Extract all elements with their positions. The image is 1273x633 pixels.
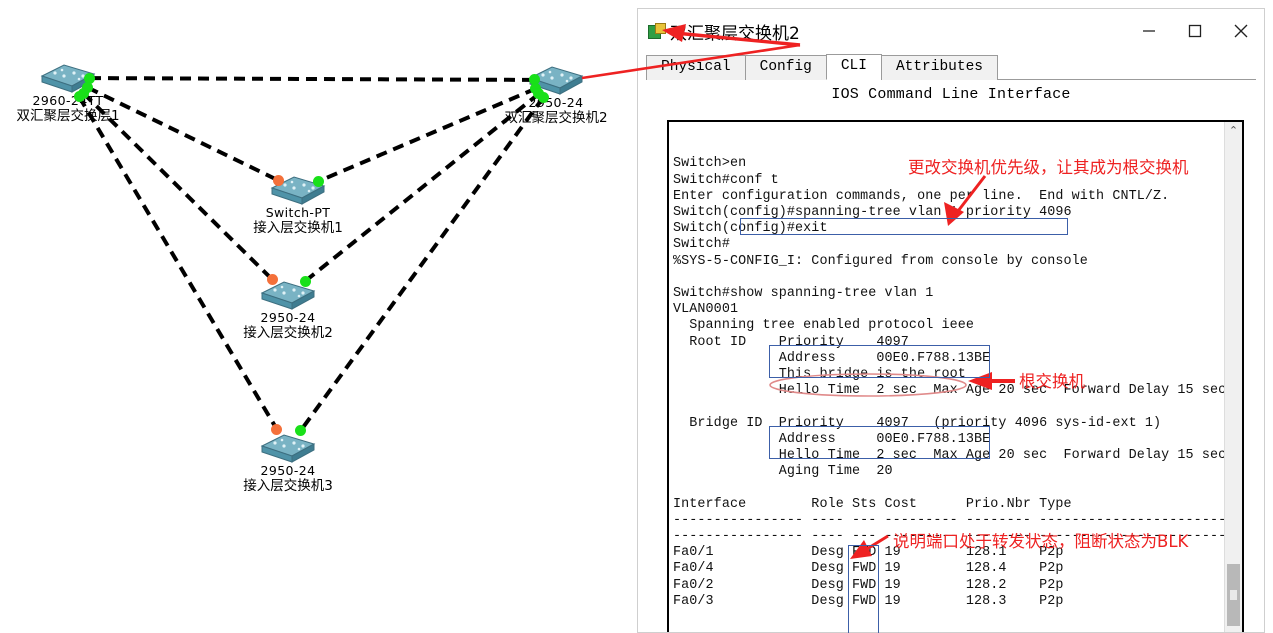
link-status-led-green	[537, 92, 549, 104]
node-labels: 2960-24TT 双汇聚层交换层1	[0, 93, 138, 125]
link-status-led-amber	[272, 174, 284, 186]
close-button[interactable]	[1218, 9, 1264, 53]
link-dist1-dist2[interactable]	[89, 76, 535, 82]
packet-tracer-app-icon	[648, 23, 666, 39]
node-labels: 2950-24 双汇聚层交换机2	[486, 95, 626, 127]
node-model: 2960-24TT	[32, 93, 104, 108]
switch-icon-wrap	[258, 432, 318, 464]
node-name: 双汇聚层交换层1	[16, 107, 120, 124]
panel-title: IOS Command Line Interface	[831, 86, 1071, 103]
network-topology-canvas[interactable]: 2960-24TT 双汇聚层交换层1 2950-24 双汇聚层交换机2 Switch…	[0, 0, 640, 633]
tab-physical[interactable]: Physical	[646, 55, 746, 80]
switch-icon	[260, 434, 316, 463]
close-icon	[1234, 24, 1248, 38]
scrollbar-thumb[interactable]	[1227, 564, 1240, 626]
window-titlebar[interactable]: 双汇聚层交换机2	[638, 9, 1264, 53]
link-status-led-amber	[271, 423, 283, 435]
node-name: 接入层交换机2	[243, 324, 333, 341]
window-controls[interactable]	[1126, 9, 1264, 53]
ann-root: 根交换机	[1019, 372, 1085, 391]
cli-console[interactable]: Switch>en Switch#conf t Enter configurat…	[667, 120, 1244, 632]
minimize-button[interactable]	[1126, 9, 1172, 53]
ann-priority: 更改交换机优先级，让其成为根交换机	[908, 158, 1189, 177]
window-title: 双汇聚层交换机2	[670, 23, 800, 44]
cli-output-text[interactable]: Switch>en Switch#conf t Enter configurat…	[673, 124, 1242, 632]
node-model: 2950-24	[260, 463, 316, 478]
minimize-icon	[1143, 30, 1155, 32]
link-dist2-access3[interactable]	[299, 96, 545, 432]
cli-scrollbar[interactable]: ⌃	[1224, 122, 1242, 632]
screen: 2960-24TT 双汇聚层交换层1 2950-24 双汇聚层交换机2 Switch…	[0, 0, 1273, 633]
node-labels: Switch-PT 接入层交换机1	[228, 205, 368, 237]
node-name: 接入层交换机3	[243, 477, 333, 494]
node-name: 接入层交换机1	[253, 219, 343, 236]
scroll-up-arrow-icon[interactable]: ⌃	[1225, 122, 1242, 139]
maximize-button[interactable]	[1172, 9, 1218, 53]
node-name: 双汇聚层交换机2	[504, 109, 608, 126]
node-model: 2950-24	[260, 310, 316, 325]
node-model: Switch-PT	[265, 205, 331, 220]
device-tabs[interactable]: Physical Config CLI Attributes	[646, 53, 1256, 80]
link-status-led-amber	[266, 274, 278, 286]
node-labels: 2950-24 接入层交换机3	[218, 463, 358, 495]
maximize-icon	[1188, 24, 1202, 38]
tab-cli[interactable]: CLI	[825, 54, 882, 80]
link-status-led-green	[299, 275, 311, 287]
node-model: 2950-24	[528, 95, 584, 110]
tab-attributes[interactable]: Attributes	[880, 55, 998, 80]
tab-config[interactable]: Config	[744, 55, 827, 80]
ann-fwd: 说明端口处于转发状态，阻断状态为BLK	[893, 532, 1189, 551]
link-dist1-access3[interactable]	[77, 95, 279, 431]
node-labels: 2950-24 接入层交换机2	[218, 310, 358, 342]
link-status-led-green	[312, 175, 324, 187]
